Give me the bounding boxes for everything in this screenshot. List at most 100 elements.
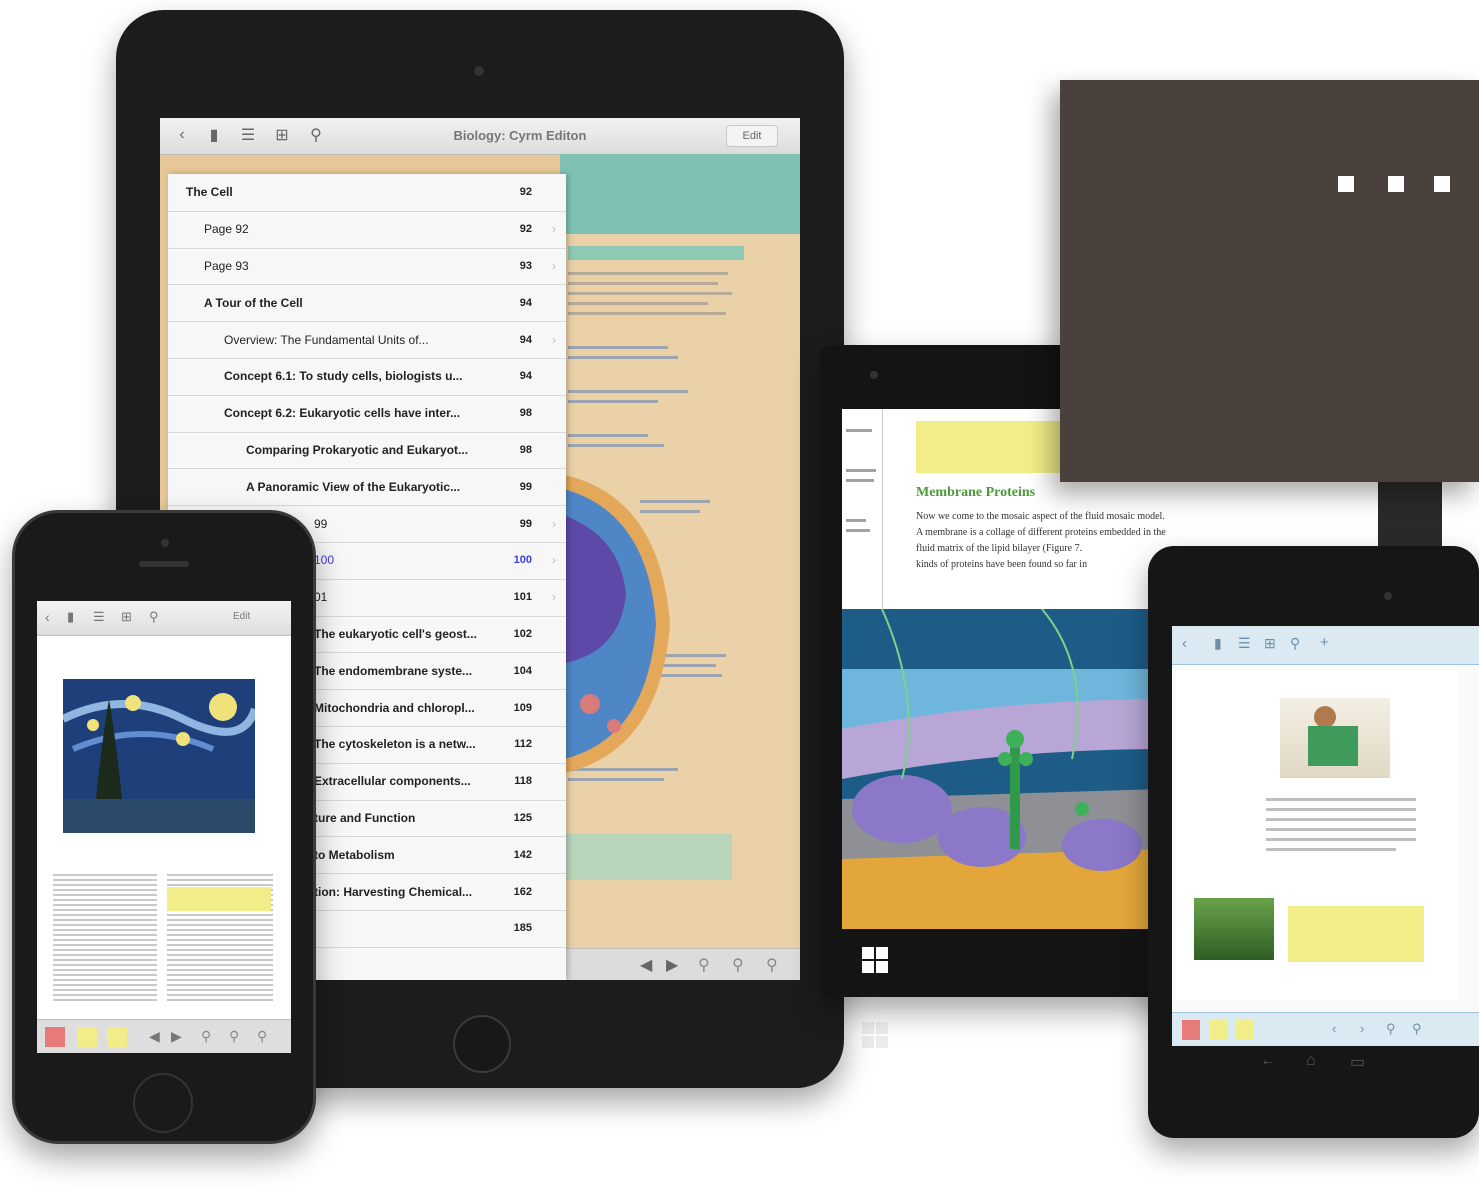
toc-row[interactable]: Overview: The Fundamental Units of... 94 › [168,321,566,359]
android-camera [1384,592,1392,600]
back-icon[interactable]: ‹ [1182,635,1187,652]
note-icon[interactable] [77,1027,97,1047]
zoom-fit-icon[interactable]: ⚲ [257,1028,267,1045]
next-page-icon[interactable]: ▶ [666,955,678,975]
zoom-fit-icon[interactable]: ⚲ [766,955,778,975]
highlight-icon[interactable] [107,1027,127,1047]
chevron-right-icon[interactable]: › [552,553,556,567]
starry-night-painting [63,679,255,833]
toc-row[interactable]: A Panoramic View of the Eukaryotic... 99 [168,468,566,507]
bookmark-icon[interactable] [1182,1020,1200,1040]
zoom-out-icon[interactable]: ⚲ [732,955,744,975]
toc-page-number: 102 [513,627,532,640]
page-label-line [568,346,668,349]
android-screen: ‹ ▮ ☰ ⊞ ⚲ + ‹ › ⚲ ⚲ [1172,626,1479,1046]
toc-title: A Panoramic View of the Eukaryotic... [246,479,461,494]
toc-title: Overview: The Fundamental Units of... [224,332,429,347]
chevron-right-icon[interactable]: › [552,333,556,347]
thumbnails-icon[interactable]: ⊞ [1264,635,1276,652]
next-page-icon[interactable]: › [1360,1021,1364,1036]
edit-button[interactable]: Edit [233,611,250,622]
sidebar-line [846,469,876,472]
chevron-right-icon[interactable]: › [552,222,556,236]
section-heading: Membrane Proteins [916,485,1036,500]
search-icon[interactable]: ⚲ [1290,635,1300,652]
chevron-right-icon[interactable]: › [552,517,556,531]
toc-title: Concept 6.2: Eukaryotic cells have inter… [224,406,461,421]
text-line [1266,848,1396,851]
zoom-in-icon[interactable]: ⚲ [1386,1021,1396,1037]
edit-button[interactable]: Edit [726,125,778,147]
page-label-line [568,400,658,403]
toc-icon[interactable]: ☰ [234,118,262,152]
toc-row[interactable]: Page 93 93 › [168,248,566,286]
prev-page-icon[interactable]: ‹ [1332,1021,1336,1036]
toc-row[interactable]: Page 92 92 › [168,211,566,249]
book-title: Biology: Cyrm Editon [453,128,587,143]
back-icon[interactable]: ‹ [170,118,194,152]
toc-title: The Cell [186,185,233,200]
book-icon[interactable]: ▮ [67,609,74,625]
search-icon[interactable]: ⚲ [302,118,330,152]
page-text-line [568,272,728,275]
add-icon[interactable]: + [1320,634,1329,651]
chevron-right-icon[interactable]: › [552,590,556,604]
toc-row[interactable]: Comparing Prokaryotic and Eukaryot... 98 [168,432,566,470]
toc-title: A Tour of the Cell [204,295,303,310]
windows-logo-icon[interactable] [862,947,890,975]
search-icon[interactable]: ⚲ [149,609,159,625]
book-icon[interactable]: ▮ [200,118,228,152]
text-highlight [167,887,271,911]
toc-title: to Metabolism [314,847,395,862]
bookmark-icon[interactable] [45,1027,65,1047]
zoom-out-icon[interactable]: ⚲ [1412,1021,1422,1037]
toc-page-number: 142 [513,848,532,861]
cell-illustration [560,474,670,774]
toc-title: Mitochondria and chloropl... [314,700,475,715]
zoom-in-icon[interactable]: ⚲ [698,955,710,975]
more-dots-icon[interactable] [1338,174,1454,194]
toc-row[interactable]: A Tour of the Cell 94 [168,284,566,323]
zoom-in-icon[interactable]: ⚲ [201,1028,211,1045]
toc-page-number: 100 [513,554,532,567]
toc-page-number: 104 [513,664,532,677]
page-text-line [568,312,726,315]
toc-row[interactable]: Concept 6.2: Eukaryotic cells have inter… [168,395,566,433]
ipad-bottom-toolbar: ◀ ▶ ⚲ ⚲ ⚲ [560,948,800,980]
page-label-line [568,434,648,437]
page-summary-box [564,834,732,880]
android-tablet: ‹ ▮ ☰ ⊞ ⚲ + ‹ › ⚲ ⚲ ← ⌂ ▭ [1148,546,1479,1138]
chevron-right-icon[interactable]: › [552,259,556,273]
toc-row[interactable]: Concept 6.1: To study cells, biologists … [168,358,566,396]
prev-page-icon[interactable]: ◀ [149,1028,160,1045]
page-figure [1280,698,1390,778]
thumbnails-icon[interactable]: ⊞ [121,609,132,625]
menu-card [1060,80,1479,482]
body-line-1: Now we come to the mosaic aspect of the … [916,511,1165,522]
android-back-icon[interactable]: ← [1260,1052,1276,1070]
toc-title: The eukaryotic cell's geost... [314,626,477,641]
zoom-out-icon[interactable]: ⚲ [229,1028,239,1045]
book-icon[interactable]: ▮ [1214,635,1222,652]
thumbnails-icon[interactable]: ⊞ [268,118,296,152]
toc-row[interactable]: The Cell 92 [168,174,566,212]
note-icon[interactable] [1210,1020,1228,1040]
body-line-4: kinds of proteins have been found so far… [916,559,1088,570]
ipad-home-button[interactable] [453,1015,511,1073]
toc-icon[interactable]: ☰ [93,609,105,625]
next-page-icon[interactable]: ▶ [171,1028,182,1045]
toc-icon[interactable]: ☰ [1238,635,1251,652]
toc-page-number: 99 [519,480,532,493]
android-page [1176,670,1458,1000]
toc-page-number: 94 [519,370,532,383]
back-icon[interactable]: ‹ [45,609,50,625]
text-line [1266,828,1416,831]
page-text-line [568,282,718,285]
highlight-icon[interactable] [1236,1020,1254,1040]
android-recents-icon[interactable]: ▭ [1350,1052,1365,1072]
prev-page-icon[interactable]: ◀ [640,955,652,975]
body-line-2: A membrane is a collage of different pro… [916,527,1166,538]
text-line [1266,838,1416,841]
iphone-home-button[interactable] [133,1073,193,1133]
android-home-icon[interactable]: ⌂ [1306,1052,1316,1070]
